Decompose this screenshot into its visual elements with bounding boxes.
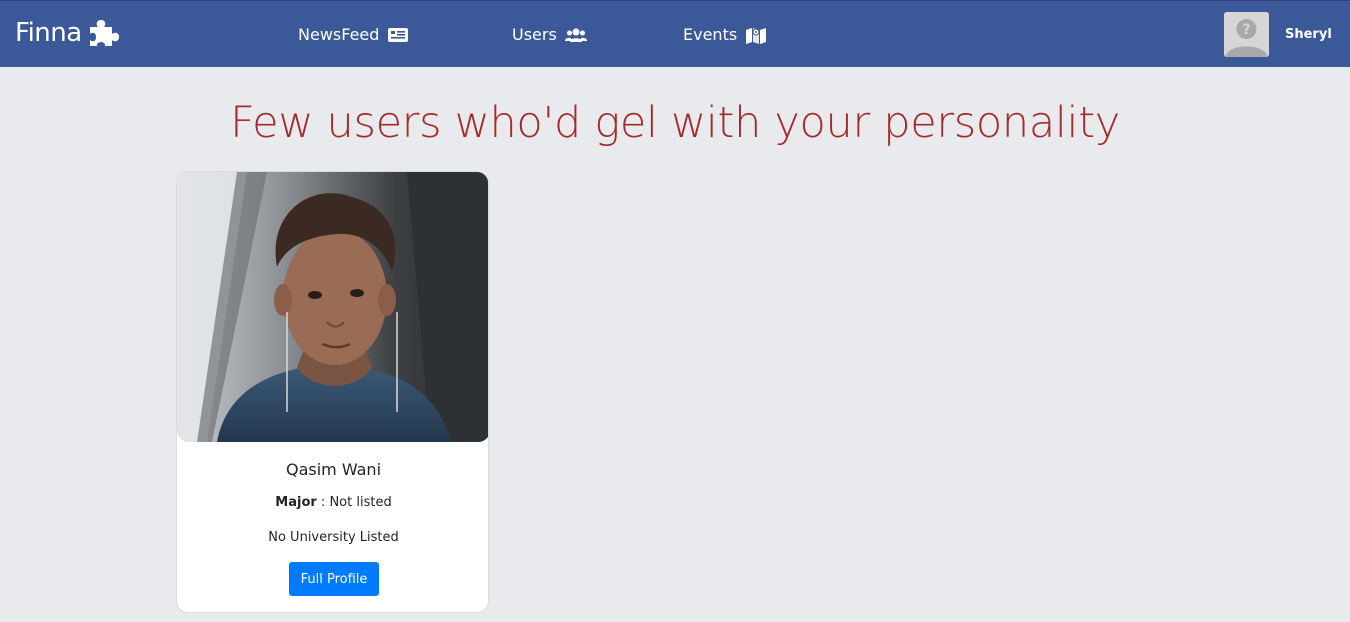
brand-name: Finna <box>15 18 82 48</box>
nav-newsfeed-label: NewsFeed <box>298 25 380 44</box>
current-user-name[interactable]: Sheryl <box>1285 27 1332 42</box>
nav-newsfeed[interactable]: NewsFeed <box>298 25 409 44</box>
brand-logo[interactable]: Finna <box>15 18 122 48</box>
user-card: Qasim Wani Major : Not listed No Univers… <box>176 171 489 613</box>
users-icon <box>564 27 587 43</box>
puzzle-icon <box>88 18 122 48</box>
map-icon <box>745 26 767 44</box>
user-university: No University Listed <box>268 530 399 545</box>
newspaper-icon <box>387 27 409 43</box>
nav-users[interactable]: Users <box>512 25 587 44</box>
nav-events[interactable]: Events <box>683 25 767 44</box>
default-avatar-icon: ? <box>1224 12 1269 57</box>
page-title: Few users who'd gel with your personalit… <box>230 98 1120 148</box>
full-profile-button[interactable]: Full Profile <box>289 562 379 596</box>
user-major: Major : Not listed <box>275 495 392 510</box>
nav-users-label: Users <box>512 25 557 44</box>
top-navbar: Finna NewsFeed Users Events ? Sheryl <box>0 0 1350 67</box>
user-photo <box>177 172 488 442</box>
svg-text:?: ? <box>1242 22 1250 38</box>
user-avatar[interactable]: ? <box>1224 12 1269 57</box>
user-name: Qasim Wani <box>285 460 382 479</box>
major-label: Major <box>275 495 317 510</box>
major-value: Not listed <box>329 495 392 510</box>
nav-events-label: Events <box>683 25 738 44</box>
